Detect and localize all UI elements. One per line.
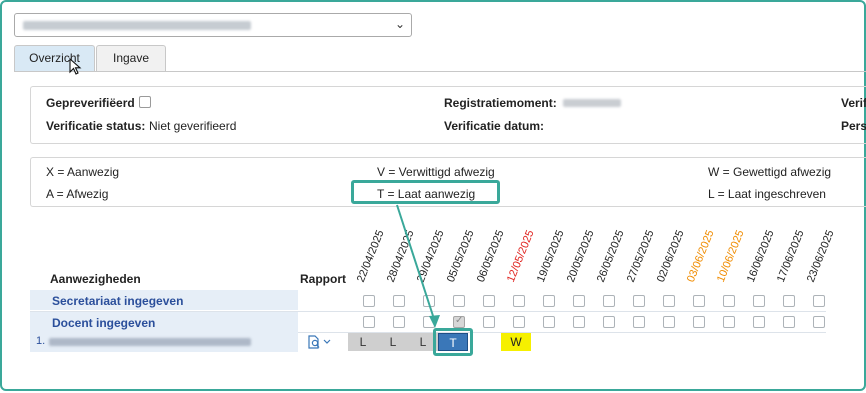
course-selector-value-redacted bbox=[23, 21, 251, 30]
registration-moment-value-redacted bbox=[563, 99, 621, 107]
secretariat-checkbox[interactable] bbox=[693, 295, 705, 307]
attendance-cell[interactable]: W bbox=[501, 333, 531, 351]
pre-verified-checkbox[interactable] bbox=[139, 96, 151, 108]
registration-moment-label: Registratiemoment: bbox=[444, 96, 557, 110]
date-column-header: 05/05/2025 bbox=[444, 228, 477, 284]
verifier-label-truncated: Verif bbox=[841, 96, 866, 110]
verification-status-label: Verificatie status: bbox=[46, 119, 146, 133]
legend-notified-absent: V = Verwittigd afwezig bbox=[377, 165, 495, 179]
secretariat-checkbox[interactable] bbox=[573, 295, 585, 307]
student-name-redacted[interactable] bbox=[49, 338, 251, 346]
teacher-checkbox[interactable] bbox=[813, 316, 825, 328]
course-selector[interactable]: ⌄ bbox=[14, 13, 412, 37]
teacher-row-label: Docent ingegeven bbox=[52, 316, 156, 330]
verification-panel: Gepreverifiëerd Verificatie status: Niet… bbox=[30, 86, 866, 144]
secretariat-checkbox[interactable] bbox=[543, 295, 555, 307]
date-column-header: 19/05/2025 bbox=[534, 228, 567, 284]
date-column-header: 27/05/2025 bbox=[624, 228, 657, 284]
tab-divider bbox=[14, 71, 866, 72]
secretariat-checkbox[interactable] bbox=[753, 295, 765, 307]
date-column-header: 16/06/2025 bbox=[744, 228, 777, 284]
secretariat-checkbox[interactable] bbox=[813, 295, 825, 307]
teacher-checkbox[interactable] bbox=[423, 316, 435, 328]
pre-verified-label: Gepreverifiëerd bbox=[46, 96, 135, 110]
secretariat-checkbox[interactable] bbox=[513, 295, 525, 307]
date-column-header: 03/06/2025 bbox=[684, 228, 717, 284]
teacher-checkbox[interactable] bbox=[483, 316, 495, 328]
person-label-truncated: Pers bbox=[841, 119, 866, 133]
legend-absent: A = Afwezig bbox=[46, 187, 109, 201]
late-cell-highlight bbox=[433, 328, 473, 356]
teacher-checkbox[interactable] bbox=[363, 316, 375, 328]
secretariat-checkbox[interactable] bbox=[603, 295, 615, 307]
secretariat-checkbox[interactable] bbox=[663, 295, 675, 307]
date-column-header: 17/06/2025 bbox=[774, 228, 807, 284]
teacher-checkbox[interactable] bbox=[543, 316, 555, 328]
student-number: 1. bbox=[36, 335, 46, 347]
secretariat-checkbox[interactable] bbox=[393, 295, 405, 307]
secretariat-checkbox[interactable] bbox=[483, 295, 495, 307]
verification-date-label: Verificatie datum: bbox=[444, 119, 545, 133]
document-search-icon[interactable] bbox=[307, 335, 335, 349]
date-column-header: 26/05/2025 bbox=[594, 228, 627, 284]
date-column-header: 23/06/2025 bbox=[804, 228, 837, 284]
teacher-checkbox[interactable] bbox=[693, 316, 705, 328]
window-frame: ⌄ Overzicht Ingave Gepreverifiëerd Verif… bbox=[0, 0, 866, 391]
secretariat-checkbox[interactable] bbox=[723, 295, 735, 307]
chevron-down-icon[interactable]: ⌄ bbox=[395, 17, 405, 31]
teacher-checkbox[interactable] bbox=[663, 316, 675, 328]
mouse-pointer-icon bbox=[69, 58, 82, 75]
legend-highlight bbox=[351, 180, 500, 204]
date-column-header: 22/04/2025 bbox=[354, 228, 387, 284]
legend-present: X = Aanwezig bbox=[46, 165, 120, 179]
legend-justified-absent: W = Gewettigd afwezig bbox=[708, 165, 832, 179]
teacher-checkbox[interactable] bbox=[513, 316, 525, 328]
tab-ingave[interactable]: Ingave bbox=[96, 45, 166, 71]
secretariat-checkbox[interactable] bbox=[453, 295, 465, 307]
teacher-checkbox[interactable] bbox=[453, 315, 465, 328]
teacher-checkbox[interactable] bbox=[573, 316, 585, 328]
teacher-checkbox[interactable] bbox=[603, 316, 615, 328]
report-column-header: Rapport bbox=[300, 272, 346, 286]
secretariat-row-label: Secretariaat ingegeven bbox=[52, 294, 184, 308]
date-column-header: 12/05/2025 bbox=[504, 228, 537, 284]
date-column-header: 20/05/2025 bbox=[564, 228, 597, 284]
secretariat-checkbox[interactable] bbox=[363, 295, 375, 307]
date-column-header: 29/04/2025 bbox=[414, 228, 447, 284]
verification-status-value: Niet geverifieerd bbox=[149, 119, 237, 133]
date-column-header: 28/04/2025 bbox=[384, 228, 417, 284]
teacher-checkbox[interactable] bbox=[633, 316, 645, 328]
attendance-cell[interactable]: L bbox=[378, 333, 408, 351]
secretariat-checkbox[interactable] bbox=[423, 295, 435, 307]
date-column-header: 02/06/2025 bbox=[654, 228, 687, 284]
secretariat-checkbox[interactable] bbox=[783, 295, 795, 307]
attendance-column-header: Aanwezigheden bbox=[50, 272, 141, 286]
secretariat-checkbox[interactable] bbox=[633, 295, 645, 307]
teacher-checkbox[interactable] bbox=[723, 316, 735, 328]
teacher-checkbox[interactable] bbox=[753, 316, 765, 328]
legend-late-registered: L = Laat ingeschreven bbox=[708, 187, 826, 201]
date-column-header: 06/05/2025 bbox=[474, 228, 507, 284]
date-column-header: 10/06/2025 bbox=[714, 228, 747, 284]
teacher-checkbox[interactable] bbox=[393, 316, 405, 328]
teacher-checkbox[interactable] bbox=[783, 316, 795, 328]
attendance-cell[interactable]: L bbox=[348, 333, 378, 351]
